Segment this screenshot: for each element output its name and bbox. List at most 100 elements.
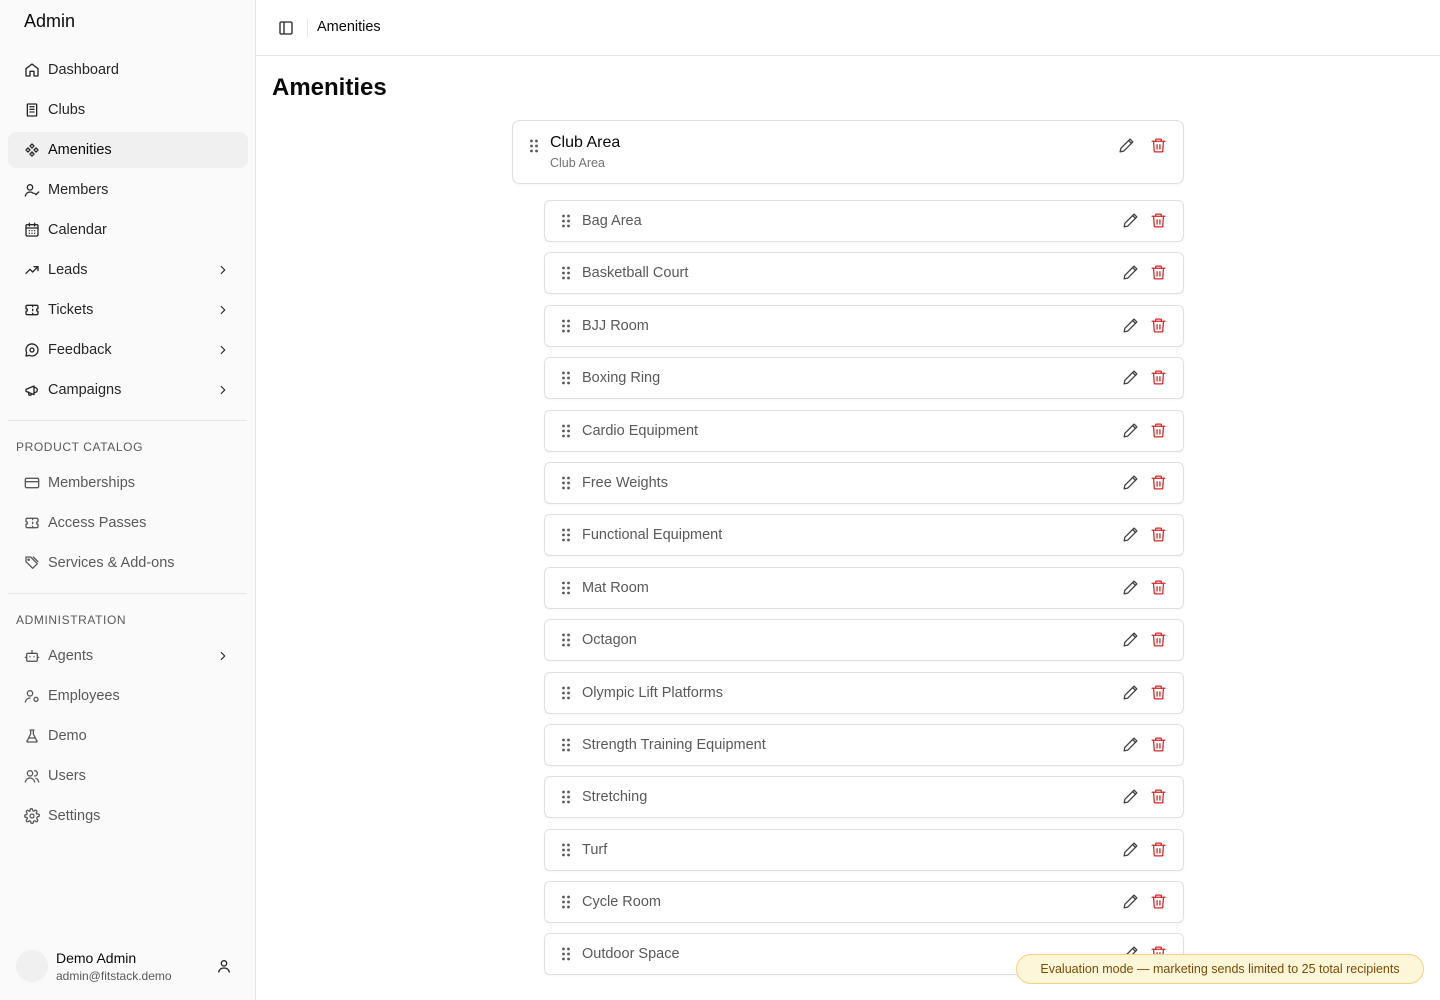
amenity-row: Cycle Room (544, 881, 1184, 923)
pencil-icon[interactable] (1122, 788, 1140, 806)
credit-card-icon (24, 475, 40, 491)
pencil-icon[interactable] (1118, 137, 1136, 155)
pencil-icon[interactable] (1122, 841, 1140, 859)
trash-icon[interactable] (1150, 579, 1168, 597)
amenity-name: Octagon (582, 632, 637, 648)
drag-handle-icon[interactable] (560, 580, 572, 596)
sidebar-item-label: Demo (48, 728, 87, 744)
drag-handle-icon[interactable] (560, 685, 572, 701)
trash-icon[interactable] (1150, 137, 1168, 155)
pencil-icon[interactable] (1122, 474, 1140, 492)
amenity-name: Turf (582, 842, 608, 858)
sidebar-item-leads[interactable]: Leads (8, 252, 248, 288)
pencil-icon[interactable] (1122, 631, 1140, 649)
breadcrumb: Amenities (317, 19, 381, 35)
user-icon[interactable] (216, 958, 232, 974)
sidebar-item-feedback[interactable]: Feedback (8, 332, 248, 368)
trash-icon[interactable] (1150, 474, 1168, 492)
page-title: Amenities (272, 74, 387, 101)
amenity-row: Strength Training Equipment (544, 724, 1184, 766)
trash-icon[interactable] (1150, 788, 1168, 806)
users-icon (24, 768, 40, 784)
tags-icon (24, 555, 40, 571)
amenity-name: Mat Room (582, 580, 649, 596)
chevron-right-icon (216, 649, 230, 663)
pencil-icon[interactable] (1122, 736, 1140, 754)
brand-title: Admin (24, 11, 76, 31)
user-cog-icon (24, 688, 40, 704)
trash-icon[interactable] (1150, 736, 1168, 754)
amenity-group-card: Club Area Club Area (512, 120, 1184, 184)
drag-handle-icon[interactable] (560, 213, 572, 229)
sidebar-divider (8, 593, 247, 594)
trash-icon[interactable] (1150, 317, 1168, 335)
drag-handle-icon[interactable] (560, 527, 572, 543)
sidebar-toggle-icon[interactable] (278, 20, 294, 36)
amenity-row: Boxing Ring (544, 357, 1184, 399)
amenity-group-title: Club Area (550, 134, 621, 151)
user-profile[interactable]: Demo Admin admin@fitstack.demo (16, 948, 240, 988)
drag-handle-icon[interactable] (560, 842, 572, 858)
sidebar-item-label: Access Passes (48, 515, 147, 531)
amenity-name: Boxing Ring (582, 370, 661, 386)
sidebar-item-amenities[interactable]: Amenities (8, 132, 248, 168)
pencil-icon[interactable] (1122, 893, 1140, 911)
drag-handle-icon[interactable] (560, 475, 572, 491)
trash-icon[interactable] (1150, 212, 1168, 230)
sidebar-item-settings[interactable]: Settings (8, 798, 248, 834)
trash-icon[interactable] (1150, 631, 1168, 649)
trash-icon[interactable] (1150, 893, 1168, 911)
pencil-icon[interactable] (1122, 212, 1140, 230)
pencil-icon[interactable] (1122, 264, 1140, 282)
drag-handle-icon[interactable] (560, 946, 572, 962)
sidebar-item-campaigns[interactable]: Campaigns (8, 372, 248, 408)
drag-handle-icon[interactable] (560, 632, 572, 648)
trash-icon[interactable] (1150, 422, 1168, 440)
drag-handle-icon[interactable] (528, 138, 540, 154)
trash-icon[interactable] (1150, 684, 1168, 702)
sidebar-item-members[interactable]: Members (8, 172, 248, 208)
pencil-icon[interactable] (1122, 422, 1140, 440)
sidebar-item-label: Leads (48, 262, 88, 278)
sidebar-item-memberships[interactable]: Memberships (8, 465, 248, 501)
sidebar-item-agents[interactable]: Agents (8, 638, 248, 674)
pencil-icon[interactable] (1122, 369, 1140, 387)
pencil-icon[interactable] (1122, 579, 1140, 597)
trending-up-icon (24, 262, 40, 278)
sidebar-item-dashboard[interactable]: Dashboard (8, 52, 248, 88)
amenity-name: Stretching (582, 789, 648, 805)
user-email: admin@fitstack.demo (56, 969, 172, 983)
amenity-row: Mat Room (544, 567, 1184, 609)
sidebar-item-services-add-ons[interactable]: Services & Add-ons (8, 545, 248, 581)
sidebar-item-label: Services & Add-ons (48, 555, 175, 571)
trash-icon[interactable] (1150, 369, 1168, 387)
sidebar-item-tickets[interactable]: Tickets (8, 292, 248, 328)
sidebar-item-label: Tickets (48, 302, 94, 318)
drag-handle-icon[interactable] (560, 423, 572, 439)
amenity-name: Basketball Court (582, 265, 689, 281)
pencil-icon[interactable] (1122, 317, 1140, 335)
drag-handle-icon[interactable] (560, 789, 572, 805)
drag-handle-icon[interactable] (560, 894, 572, 910)
chevron-right-icon (216, 263, 230, 277)
trash-icon[interactable] (1150, 841, 1168, 859)
amenity-name: Bag Area (582, 213, 642, 229)
drag-handle-icon[interactable] (560, 265, 572, 281)
sidebar-item-users[interactable]: Users (8, 758, 248, 794)
trash-icon[interactable] (1150, 264, 1168, 282)
sidebar-item-calendar[interactable]: Calendar (8, 212, 248, 248)
sidebar-item-label: Calendar (48, 222, 107, 238)
drag-handle-icon[interactable] (560, 370, 572, 386)
user-check-icon (24, 182, 40, 198)
pencil-icon[interactable] (1122, 684, 1140, 702)
drag-handle-icon[interactable] (560, 318, 572, 334)
amenity-row: Free Weights (544, 462, 1184, 504)
sidebar-item-access-passes[interactable]: Access Passes (8, 505, 248, 541)
trash-icon[interactable] (1150, 526, 1168, 544)
pencil-icon[interactable] (1122, 526, 1140, 544)
ticket-icon (24, 515, 40, 531)
sidebar-item-demo[interactable]: Demo (8, 718, 248, 754)
sidebar-item-clubs[interactable]: Clubs (8, 92, 248, 128)
drag-handle-icon[interactable] (560, 737, 572, 753)
sidebar-item-employees[interactable]: Employees (8, 678, 248, 714)
